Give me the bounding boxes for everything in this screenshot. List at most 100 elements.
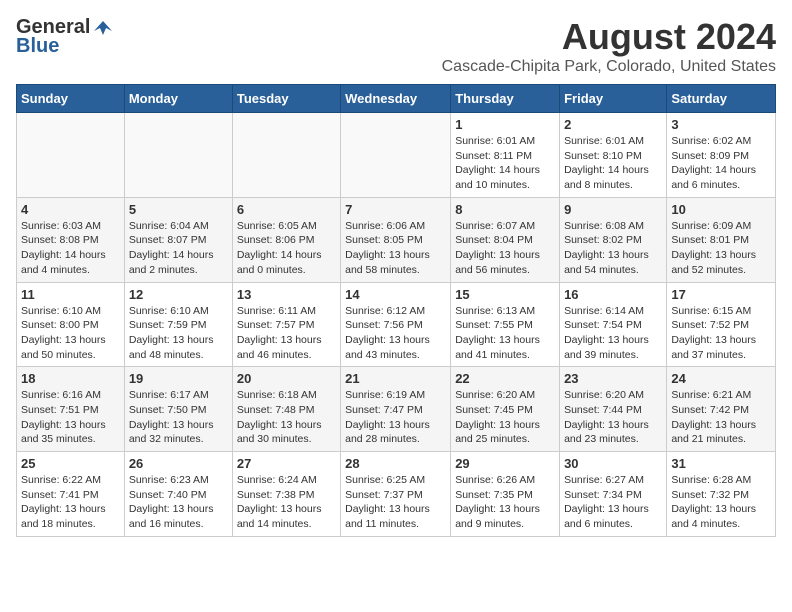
- day-number: 4: [21, 202, 120, 217]
- month-year-title: August 2024: [442, 16, 776, 58]
- day-number: 24: [671, 371, 771, 386]
- calendar-cell: 14 Sunrise: 6:12 AM Sunset: 7:56 PM Dayli…: [341, 282, 451, 367]
- calendar-cell: 6 Sunrise: 6:05 AM Sunset: 8:06 PM Daylig…: [232, 197, 340, 282]
- day-info: Sunrise: 6:10 AM Sunset: 8:00 PM Dayligh…: [21, 304, 120, 363]
- day-number: 26: [129, 456, 228, 471]
- weekday-header-monday: Monday: [124, 85, 232, 113]
- day-number: 14: [345, 287, 446, 302]
- day-number: 13: [237, 287, 336, 302]
- day-number: 27: [237, 456, 336, 471]
- day-number: 8: [455, 202, 555, 217]
- weekday-header-friday: Friday: [560, 85, 667, 113]
- calendar-cell: 25Sunrise: 6:22 AM Sunset: 7:41 PM Dayli…: [17, 452, 125, 537]
- day-info: Sunrise: 6:10 AM Sunset: 7:59 PM Dayligh…: [129, 304, 228, 363]
- calendar-cell: 5 Sunrise: 6:04 AM Sunset: 8:07 PM Daylig…: [124, 197, 232, 282]
- calendar-cell: 22 Sunrise: 6:20 AM Sunset: 7:45 PM Dayli…: [451, 367, 560, 452]
- day-number: 22: [455, 371, 555, 386]
- weekday-header-saturday: Saturday: [667, 85, 776, 113]
- day-info: Sunrise: 6:28 AM Sunset: 7:32 PM Dayligh…: [671, 473, 771, 532]
- calendar-cell: 28Sunrise: 6:25 AM Sunset: 7:37 PM Dayli…: [341, 452, 451, 537]
- calendar-cell: 9 Sunrise: 6:08 AM Sunset: 8:02 PM Daylig…: [560, 197, 667, 282]
- calendar-cell: 1Sunrise: 6:01 AM Sunset: 8:11 PM Daylig…: [451, 113, 560, 198]
- day-info: Sunrise: 6:14 AM Sunset: 7:54 PM Dayligh…: [564, 304, 662, 363]
- calendar-cell: 4 Sunrise: 6:03 AM Sunset: 8:08 PM Daylig…: [17, 197, 125, 282]
- weekday-header-thursday: Thursday: [451, 85, 560, 113]
- day-info: Sunrise: 6:24 AM Sunset: 7:38 PM Dayligh…: [237, 473, 336, 532]
- day-info: Sunrise: 6:02 AM Sunset: 8:09 PM Dayligh…: [671, 134, 771, 193]
- calendar-week-row: 4 Sunrise: 6:03 AM Sunset: 8:08 PM Daylig…: [17, 197, 776, 282]
- weekday-header-sunday: Sunday: [17, 85, 125, 113]
- day-info: Sunrise: 6:20 AM Sunset: 7:44 PM Dayligh…: [564, 388, 662, 447]
- calendar-cell: 10 Sunrise: 6:09 AM Sunset: 8:01 PM Dayli…: [667, 197, 776, 282]
- day-info: Sunrise: 6:21 AM Sunset: 7:42 PM Dayligh…: [671, 388, 771, 447]
- day-number: 29: [455, 456, 555, 471]
- day-info: Sunrise: 6:03 AM Sunset: 8:08 PM Dayligh…: [21, 219, 120, 278]
- day-info: Sunrise: 6:05 AM Sunset: 8:06 PM Dayligh…: [237, 219, 336, 278]
- calendar-cell: 16Sunrise: 6:14 AM Sunset: 7:54 PM Dayli…: [560, 282, 667, 367]
- day-number: 30: [564, 456, 662, 471]
- calendar-cell: 11 Sunrise: 6:10 AM Sunset: 8:00 PM Dayli…: [17, 282, 125, 367]
- day-info: Sunrise: 6:22 AM Sunset: 7:41 PM Dayligh…: [21, 473, 120, 532]
- calendar-cell: 18Sunrise: 6:16 AM Sunset: 7:51 PM Dayli…: [17, 367, 125, 452]
- calendar-cell: 13 Sunrise: 6:11 AM Sunset: 7:57 PM Dayli…: [232, 282, 340, 367]
- day-info: Sunrise: 6:08 AM Sunset: 8:02 PM Dayligh…: [564, 219, 662, 278]
- day-info: Sunrise: 6:09 AM Sunset: 8:01 PM Dayligh…: [671, 219, 771, 278]
- calendar-cell: 30 Sunrise: 6:27 AM Sunset: 7:34 PM Dayli…: [560, 452, 667, 537]
- calendar-cell: 8 Sunrise: 6:07 AM Sunset: 8:04 PM Daylig…: [451, 197, 560, 282]
- calendar-cell: [341, 113, 451, 198]
- calendar-cell: [124, 113, 232, 198]
- calendar-cell: 19Sunrise: 6:17 AM Sunset: 7:50 PM Dayli…: [124, 367, 232, 452]
- day-info: Sunrise: 6:15 AM Sunset: 7:52 PM Dayligh…: [671, 304, 771, 363]
- day-number: 10: [671, 202, 771, 217]
- day-number: 21: [345, 371, 446, 386]
- day-info: Sunrise: 6:11 AM Sunset: 7:57 PM Dayligh…: [237, 304, 336, 363]
- day-info: Sunrise: 6:12 AM Sunset: 7:56 PM Dayligh…: [345, 304, 446, 363]
- day-info: Sunrise: 6:04 AM Sunset: 8:07 PM Dayligh…: [129, 219, 228, 278]
- day-info: Sunrise: 6:18 AM Sunset: 7:48 PM Dayligh…: [237, 388, 336, 447]
- calendar-cell: 3Sunrise: 6:02 AM Sunset: 8:09 PM Daylig…: [667, 113, 776, 198]
- calendar-cell: 27 Sunrise: 6:24 AM Sunset: 7:38 PM Dayli…: [232, 452, 340, 537]
- calendar-table: SundayMondayTuesdayWednesdayThursdayFrid…: [16, 84, 776, 537]
- calendar-cell: 23Sunrise: 6:20 AM Sunset: 7:44 PM Dayli…: [560, 367, 667, 452]
- day-number: 9: [564, 202, 662, 217]
- calendar-cell: 7 Sunrise: 6:06 AM Sunset: 8:05 PM Daylig…: [341, 197, 451, 282]
- day-info: Sunrise: 6:26 AM Sunset: 7:35 PM Dayligh…: [455, 473, 555, 532]
- location-subtitle: Cascade-Chipita Park, Colorado, United S…: [442, 58, 776, 76]
- day-info: Sunrise: 6:07 AM Sunset: 8:04 PM Dayligh…: [455, 219, 555, 278]
- day-number: 20: [237, 371, 336, 386]
- day-info: Sunrise: 6:01 AM Sunset: 8:10 PM Dayligh…: [564, 134, 662, 193]
- day-number: 12: [129, 287, 228, 302]
- weekday-header-row: SundayMondayTuesdayWednesdayThursdayFrid…: [17, 85, 776, 113]
- day-number: 6: [237, 202, 336, 217]
- calendar-cell: [17, 113, 125, 198]
- day-info: Sunrise: 6:27 AM Sunset: 7:34 PM Dayligh…: [564, 473, 662, 532]
- weekday-header-tuesday: Tuesday: [232, 85, 340, 113]
- day-info: Sunrise: 6:23 AM Sunset: 7:40 PM Dayligh…: [129, 473, 228, 532]
- calendar-cell: 20 Sunrise: 6:18 AM Sunset: 7:48 PM Dayli…: [232, 367, 340, 452]
- calendar-cell: 15 Sunrise: 6:13 AM Sunset: 7:55 PM Dayli…: [451, 282, 560, 367]
- calendar-week-row: 25Sunrise: 6:22 AM Sunset: 7:41 PM Dayli…: [17, 452, 776, 537]
- calendar-week-row: 18Sunrise: 6:16 AM Sunset: 7:51 PM Dayli…: [17, 367, 776, 452]
- day-info: Sunrise: 6:13 AM Sunset: 7:55 PM Dayligh…: [455, 304, 555, 363]
- day-number: 15: [455, 287, 555, 302]
- day-info: Sunrise: 6:20 AM Sunset: 7:45 PM Dayligh…: [455, 388, 555, 447]
- day-number: 11: [21, 287, 120, 302]
- logo-blue-text: Blue: [16, 35, 59, 58]
- calendar-cell: 2Sunrise: 6:01 AM Sunset: 8:10 PM Daylig…: [560, 113, 667, 198]
- header: General Blue August 2024 Cascade-Chipita…: [16, 16, 776, 76]
- calendar-cell: 12 Sunrise: 6:10 AM Sunset: 7:59 PM Dayli…: [124, 282, 232, 367]
- day-number: 7: [345, 202, 446, 217]
- calendar-week-row: 11 Sunrise: 6:10 AM Sunset: 8:00 PM Dayli…: [17, 282, 776, 367]
- logo: General Blue: [16, 16, 114, 58]
- calendar-cell: 24 Sunrise: 6:21 AM Sunset: 7:42 PM Dayli…: [667, 367, 776, 452]
- day-number: 17: [671, 287, 771, 302]
- calendar-cell: [232, 113, 340, 198]
- calendar-week-row: 1Sunrise: 6:01 AM Sunset: 8:11 PM Daylig…: [17, 113, 776, 198]
- calendar-cell: 21Sunrise: 6:19 AM Sunset: 7:47 PM Dayli…: [341, 367, 451, 452]
- day-number: 1: [455, 117, 555, 132]
- calendar-cell: 26 Sunrise: 6:23 AM Sunset: 7:40 PM Dayli…: [124, 452, 232, 537]
- logo-bird-icon: [92, 17, 114, 39]
- day-info: Sunrise: 6:06 AM Sunset: 8:05 PM Dayligh…: [345, 219, 446, 278]
- day-number: 5: [129, 202, 228, 217]
- day-number: 19: [129, 371, 228, 386]
